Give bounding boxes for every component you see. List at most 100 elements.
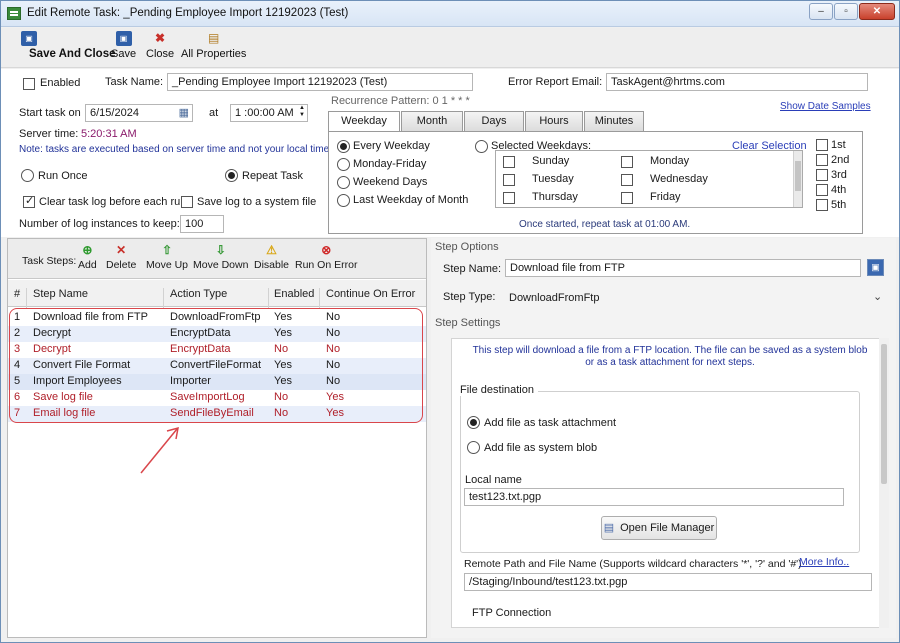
col-enabled-header[interactable]: Enabled <box>274 288 314 300</box>
row-num: 1 <box>14 311 21 323</box>
run-once-radio[interactable] <box>21 169 34 182</box>
weekday-tab-body: Every Weekday Monday-Friday Weekend Days… <box>328 131 863 234</box>
tab-hours[interactable]: Hours <box>525 111 583 131</box>
run-on-error-button[interactable]: ⊗ Run On Error <box>295 243 357 271</box>
save-log-checkbox[interactable] <box>181 196 193 208</box>
clear-log-checkbox[interactable] <box>23 194 35 208</box>
ordinal-4th-checkbox[interactable] <box>816 184 828 196</box>
warning-icon: ⚠ <box>266 243 277 257</box>
steps-toolbar: Task Steps: ⊕ Add ✕ Delete ⇧ Move Up ⇩ M… <box>8 239 426 279</box>
app-icon <box>7 7 21 20</box>
step-type-select[interactable]: DownloadFromFtp <box>509 292 599 304</box>
delete-icon: ✕ <box>116 243 127 257</box>
more-info-link[interactable]: More Info.. <box>799 556 849 568</box>
row-enabled: No <box>274 343 289 355</box>
wednesday-checkbox[interactable] <box>621 174 633 186</box>
settings-scrollbar[interactable] <box>879 338 889 628</box>
move-up-button[interactable]: ⇧ Move Up <box>146 243 188 271</box>
calendar-icon[interactable]: ▦ <box>179 106 189 119</box>
selected-weekdays-radio[interactable] <box>475 140 488 153</box>
sunday-checkbox[interactable] <box>503 156 515 168</box>
table-row[interactable]: 5 Import Employees Importer Yes No <box>8 374 426 390</box>
start-date-input[interactable]: 6/15/2024 ▦ <box>85 104 193 122</box>
start-time-input[interactable]: 1 :00:00 AM ▲ ▼ <box>230 104 308 122</box>
close-button[interactable]: ✖ Close <box>146 31 174 60</box>
row-step: Email log file <box>33 407 96 419</box>
remote-path-input[interactable]: /Staging/Inbound/test123.txt.pgp <box>464 573 872 591</box>
save-button[interactable]: ▣ Save <box>111 31 136 60</box>
col-num-header[interactable]: # <box>14 288 20 300</box>
start-task-label: Start task on <box>19 107 81 119</box>
col-step-header[interactable]: Step Name <box>33 288 88 300</box>
row-continue: No <box>326 343 341 355</box>
weekday-label: Wednesday <box>650 173 708 185</box>
save-step-icon[interactable]: ▣ <box>867 259 884 276</box>
step-name-input[interactable]: Download file from FTP <box>505 259 861 277</box>
error-email-label: Error Report Email: <box>508 76 603 88</box>
task-steps-label: Task Steps: <box>22 255 77 267</box>
weekend-days-radio[interactable] <box>337 176 350 189</box>
close-window-button[interactable]: ✕ <box>859 3 895 20</box>
maximize-button[interactable]: ▫ <box>834 3 858 20</box>
repeat-task-radio[interactable] <box>225 169 238 182</box>
tab-weekday[interactable]: Weekday <box>328 111 400 132</box>
row-num: 3 <box>14 343 21 355</box>
error-email-input[interactable]: TaskAgent@hrtms.com <box>606 73 868 91</box>
ordinal-1st-checkbox[interactable] <box>816 139 828 151</box>
tab-minutes[interactable]: Minutes <box>584 111 644 131</box>
move-down-button[interactable]: ⇩ Move Down <box>193 243 248 271</box>
task-name-input[interactable]: _Pending Employee Import 12192023 (Test) <box>167 73 473 91</box>
table-row[interactable]: 3 Decrypt EncryptData No No <box>8 342 426 358</box>
table-row[interactable]: 7 Email log file SendFileByEmail No Yes <box>8 406 426 422</box>
friday-checkbox[interactable] <box>621 192 633 204</box>
step-name-label: Step Name: <box>443 263 502 275</box>
open-file-manager-button[interactable]: ▤ Open File Manager <box>601 516 717 540</box>
table-row[interactable]: 1 Download file from FTP DownloadFromFtp… <box>8 310 426 326</box>
monday-checkbox[interactable] <box>621 156 633 168</box>
tuesday-checkbox[interactable] <box>503 174 515 186</box>
ordinal-2nd-checkbox[interactable] <box>816 154 828 166</box>
thursday-checkbox[interactable] <box>503 192 515 204</box>
weekday-label: Monday <box>650 155 690 167</box>
row-num: 2 <box>14 327 21 339</box>
row-continue: Yes <box>326 407 344 419</box>
ordinal-label: 2nd <box>831 154 850 166</box>
minimize-button[interactable]: – <box>809 3 833 20</box>
save-and-close-button[interactable]: ▣ Save And Close <box>21 31 116 60</box>
add-step-button[interactable]: ⊕ Add <box>78 243 97 271</box>
col-continue-header[interactable]: Continue On Error <box>326 288 415 300</box>
last-weekday-radio[interactable] <box>337 194 350 207</box>
recurrence-summary: Once started, repeat task at 01:00 AM. <box>519 219 691 230</box>
table-row[interactable]: 4 Convert File Format ConvertFileFormat … <box>8 358 426 374</box>
table-row[interactable]: 6 Save log file SaveImportLog No Yes <box>8 390 426 406</box>
disable-step-button[interactable]: ⚠ Disable <box>254 243 289 271</box>
time-spinner-icon[interactable]: ▲ ▼ <box>299 105 305 119</box>
weekend-days-label: Weekend Days <box>353 176 428 188</box>
task-name-label: Task Name: <box>105 76 164 88</box>
add-icon: ⊕ <box>82 243 93 257</box>
weekday-label: Friday <box>650 191 681 203</box>
enabled-checkbox[interactable] <box>23 78 35 90</box>
every-weekday-radio[interactable] <box>337 140 350 153</box>
log-instances-input[interactable]: 100 <box>180 215 224 233</box>
monday-friday-radio[interactable] <box>337 158 350 171</box>
add-attachment-radio[interactable] <box>467 416 480 429</box>
table-row[interactable]: 2 Decrypt EncryptData Yes No <box>8 326 426 342</box>
all-properties-button[interactable]: ▤ All Properties <box>181 31 246 60</box>
weekdays-scrollbar[interactable] <box>793 151 802 207</box>
col-action-header[interactable]: Action Type <box>170 288 227 300</box>
add-blob-radio[interactable] <box>467 441 480 454</box>
row-action: Importer <box>170 375 211 387</box>
delete-step-button[interactable]: ✕ Delete <box>106 243 136 271</box>
error-icon: ⊗ <box>321 243 332 257</box>
tab-month[interactable]: Month <box>401 111 463 131</box>
local-name-input[interactable]: test123.txt.pgp <box>464 488 844 506</box>
chevron-down-icon[interactable]: ⌄ <box>873 290 882 303</box>
row-enabled: Yes <box>274 311 292 323</box>
tab-days[interactable]: Days <box>464 111 524 131</box>
ordinal-5th-checkbox[interactable] <box>816 199 828 211</box>
file-destination-label: File destination <box>460 384 538 396</box>
ordinal-3rd-checkbox[interactable] <box>816 169 828 181</box>
ftp-connection-label: FTP Connection <box>472 607 552 619</box>
row-enabled: Yes <box>274 327 292 339</box>
